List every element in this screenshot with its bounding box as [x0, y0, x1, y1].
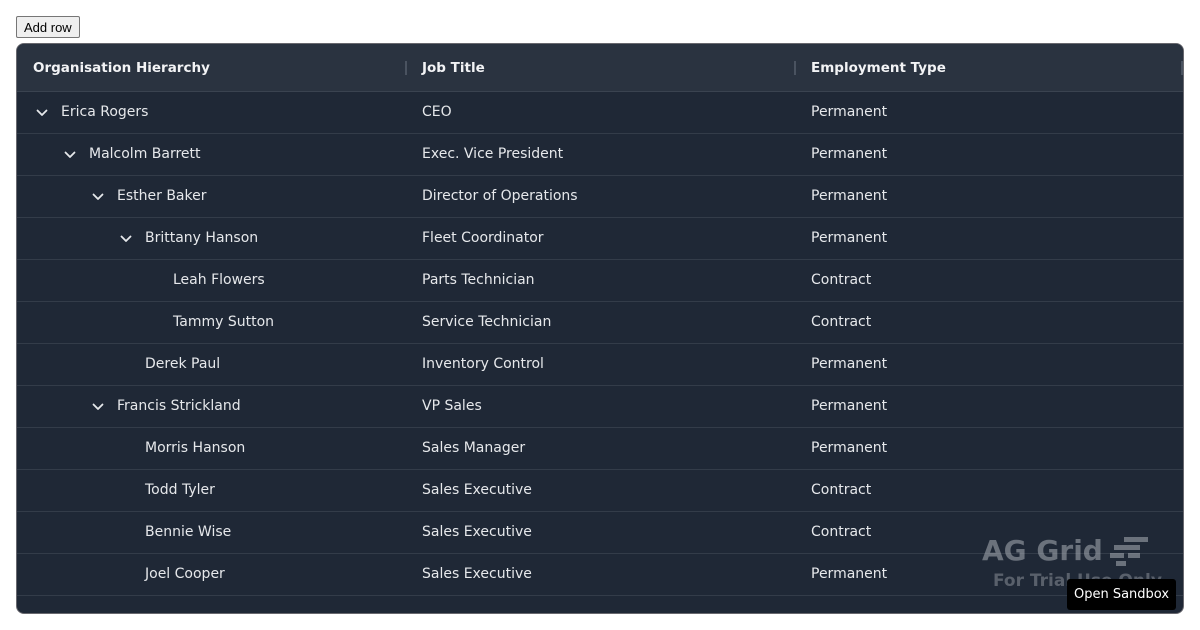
- hierarchy-cell: Erica Rogers: [61, 104, 149, 120]
- hierarchy-cell: Brittany Hanson: [145, 230, 259, 246]
- job-title-cell: Sales Executive: [422, 524, 532, 540]
- table-row[interactable]: Morris Hanson Sales Manager Permanent: [17, 428, 1183, 470]
- chevron-down-icon[interactable]: [91, 400, 105, 414]
- employment-type-cell: Contract: [811, 314, 872, 330]
- chevron-down-icon[interactable]: [63, 148, 77, 162]
- employment-type-cell: Contract: [811, 272, 872, 288]
- table-row[interactable]: Derek Paul Inventory Control Permanent: [17, 344, 1183, 386]
- job-title-cell: Service Technician: [422, 314, 552, 330]
- employment-type-cell: Contract: [811, 482, 872, 498]
- column-resize-handle[interactable]: [794, 61, 796, 75]
- employment-type-cell: Permanent: [811, 356, 888, 372]
- job-title-cell: Inventory Control: [422, 356, 544, 372]
- job-title-cell: Fleet Coordinator: [422, 230, 544, 246]
- table-row[interactable]: Leah Flowers Parts Technician Contract: [17, 260, 1183, 302]
- org-hierarchy-grid: Organisation Hierarchy Job Title Employm…: [16, 43, 1184, 614]
- chevron-down-icon[interactable]: [35, 106, 49, 120]
- column-header-job-title[interactable]: Job Title: [422, 44, 485, 92]
- open-sandbox-button[interactable]: Open Sandbox: [1067, 579, 1176, 610]
- job-title-cell: Sales Executive: [422, 482, 532, 498]
- table-row[interactable]: Tammy Sutton Service Technician Contract: [17, 302, 1183, 344]
- hierarchy-cell: Leah Flowers: [173, 272, 265, 288]
- column-header-organisation-hierarchy[interactable]: Organisation Hierarchy: [33, 44, 210, 92]
- employment-type-cell: Permanent: [811, 566, 888, 582]
- job-title-cell: Director of Operations: [422, 188, 578, 204]
- table-row[interactable]: Todd Tyler Sales Executive Contract: [17, 470, 1183, 512]
- hierarchy-cell: Esther Baker: [117, 188, 207, 204]
- hierarchy-cell: Morris Hanson: [145, 440, 246, 456]
- job-title-cell: Sales Executive: [422, 566, 532, 582]
- job-title-cell: Exec. Vice President: [422, 146, 564, 162]
- chevron-down-icon[interactable]: [91, 190, 105, 204]
- table-row[interactable]: Brittany Hanson Fleet Coordinator Permanen…: [17, 218, 1183, 260]
- job-title-cell: Sales Manager: [422, 440, 526, 456]
- table-row[interactable]: Esther Baker Director of Operations Perman…: [17, 176, 1183, 218]
- job-title-cell: CEO: [422, 104, 452, 120]
- employment-type-cell: Permanent: [811, 104, 888, 120]
- hierarchy-cell: Tammy Sutton: [173, 314, 275, 330]
- column-resize-handle[interactable]: [1181, 61, 1183, 75]
- table-row[interactable]: Francis Strickland VP Sales Permanent: [17, 386, 1183, 428]
- hierarchy-cell: Francis Strickland: [117, 398, 241, 414]
- hierarchy-cell: Bennie Wise: [145, 524, 232, 540]
- hierarchy-cell: Todd Tyler: [145, 482, 215, 498]
- employment-type-cell: Permanent: [811, 230, 888, 246]
- table-row[interactable]: Joel Cooper Sales Executive Permanent: [17, 554, 1183, 596]
- add-row-button[interactable]: Add row: [16, 16, 80, 38]
- hierarchy-cell: Joel Cooper: [145, 566, 225, 582]
- employment-type-cell: Permanent: [811, 146, 888, 162]
- job-title-cell: Parts Technician: [422, 272, 535, 288]
- employment-type-cell: Permanent: [811, 398, 888, 414]
- table-row[interactable]: Bennie Wise Sales Executive Contract: [17, 512, 1183, 554]
- employment-type-cell: Permanent: [811, 188, 888, 204]
- grid-header: Organisation Hierarchy Job Title Employm…: [17, 44, 1183, 92]
- chevron-down-icon[interactable]: [119, 232, 133, 246]
- column-resize-handle[interactable]: [405, 61, 407, 75]
- hierarchy-cell: Malcolm Barrett: [89, 146, 201, 162]
- column-header-employment-type[interactable]: Employment Type: [811, 44, 946, 92]
- table-row[interactable]: Malcolm Barrett Exec. Vice President Perma…: [17, 134, 1183, 176]
- employment-type-cell: Contract: [811, 524, 872, 540]
- employment-type-cell: Permanent: [811, 440, 888, 456]
- table-row[interactable]: Erica Rogers CEO Permanent: [17, 92, 1183, 134]
- job-title-cell: VP Sales: [422, 398, 482, 414]
- hierarchy-cell: Derek Paul: [145, 356, 221, 372]
